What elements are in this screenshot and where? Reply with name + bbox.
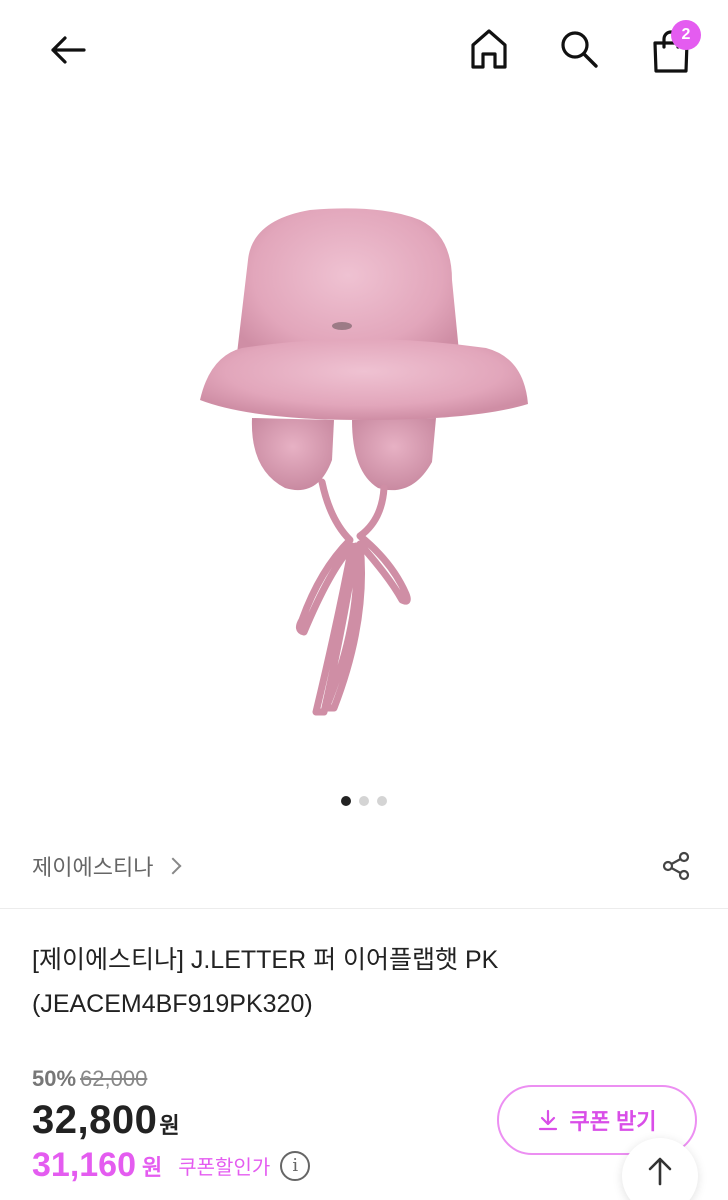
home-button[interactable] bbox=[462, 22, 516, 76]
info-icon[interactable]: i bbox=[280, 1150, 311, 1181]
product-title-line-2: (JEACEM4BF919PK320) bbox=[32, 990, 313, 1018]
section-divider bbox=[0, 908, 728, 909]
search-button[interactable] bbox=[552, 22, 606, 76]
download-icon bbox=[539, 1109, 558, 1131]
scroll-to-top-button[interactable] bbox=[622, 1138, 698, 1200]
carousel-dot-3[interactable] bbox=[377, 796, 387, 806]
coupon-price-label: 쿠폰할인가 bbox=[178, 1157, 271, 1179]
carousel-dot-1[interactable] bbox=[341, 796, 351, 806]
carousel-pagination bbox=[0, 796, 728, 810]
top-navigation-bar: 2 bbox=[0, 0, 728, 100]
arrow-up-icon bbox=[648, 1157, 672, 1186]
product-title: [제이에스티나] J.LETTER 퍼 이어플랩햇 PK (JEACEM4BF9… bbox=[32, 938, 692, 1026]
home-icon bbox=[471, 29, 507, 69]
coupon-price: 31,160 bbox=[32, 1146, 136, 1184]
coupon-price-row: 31,160 원 쿠폰할인가 i bbox=[32, 1146, 311, 1185]
sale-price-row: 32,800 원 bbox=[32, 1098, 180, 1143]
product-image bbox=[200, 208, 528, 716]
arrow-left-icon bbox=[51, 36, 86, 64]
sale-price-unit: 원 bbox=[159, 1113, 180, 1138]
search-icon bbox=[561, 31, 598, 68]
discount-row: 50% 62,000 bbox=[32, 1066, 147, 1092]
chevron-right-icon bbox=[164, 857, 182, 875]
share-icon bbox=[662, 851, 690, 881]
product-image-carousel[interactable] bbox=[0, 100, 728, 790]
original-price: 62,000 bbox=[80, 1066, 148, 1091]
get-coupon-label: 쿠폰 받기 bbox=[569, 1109, 657, 1134]
brand-link[interactable]: 제이에스티나 bbox=[32, 850, 182, 882]
sale-price: 32,800 bbox=[32, 1098, 158, 1142]
share-button[interactable] bbox=[656, 846, 696, 886]
brand-row: 제이에스티나 bbox=[0, 840, 728, 900]
brand-name: 제이에스티나 bbox=[32, 856, 154, 881]
coupon-price-unit: 원 bbox=[142, 1154, 163, 1180]
carousel-dot-2[interactable] bbox=[359, 796, 369, 806]
discount-rate: 50% bbox=[32, 1066, 77, 1091]
cart-count-badge: 2 bbox=[671, 20, 701, 50]
product-title-line-1: [제이에스티나] J.LETTER 퍼 이어플랩햇 PK bbox=[32, 946, 499, 974]
back-button[interactable] bbox=[40, 26, 96, 74]
